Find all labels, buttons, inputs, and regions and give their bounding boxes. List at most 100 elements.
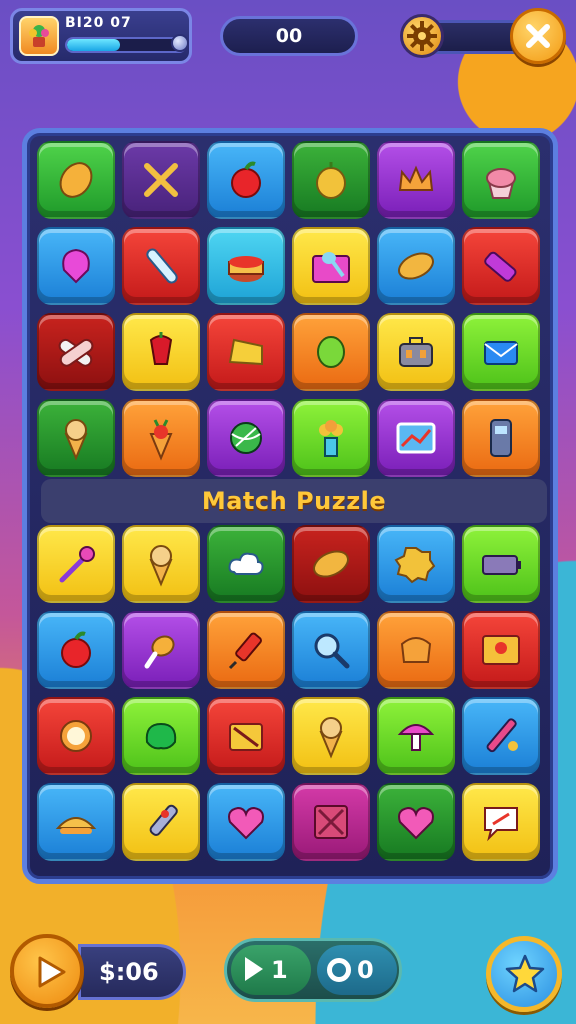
tile-grid-bottom: [37, 525, 540, 861]
bottom-bar: $:06 1 0: [0, 924, 576, 1024]
player-panel[interactable]: BI20 07: [10, 8, 192, 64]
avatar[interactable]: [19, 16, 59, 56]
tile-ball[interactable]: [207, 399, 285, 477]
bread-icon: [398, 252, 434, 280]
tile-heart[interactable]: [377, 783, 455, 861]
token-icon: [327, 958, 351, 982]
cake-icon: [228, 256, 264, 282]
tile-spoon[interactable]: [292, 227, 370, 305]
syringe-icon: [228, 632, 262, 670]
tile-mushroom[interactable]: [377, 697, 455, 775]
play-button[interactable]: [10, 934, 84, 1008]
mushroom-icon: [397, 724, 435, 751]
balloon-icon: [62, 248, 90, 284]
top-bar: BI20 07 00: [0, 0, 576, 72]
tile-taco[interactable]: [37, 783, 115, 861]
tile-ice-cream[interactable]: [292, 697, 370, 775]
heart-icon: [228, 806, 264, 840]
moves-group: 1 0: [224, 938, 402, 1002]
tile-wand[interactable]: [37, 525, 115, 603]
tile-onion[interactable]: [292, 141, 370, 219]
close-button[interactable]: [510, 8, 566, 64]
onion-icon: [316, 162, 346, 199]
tile-crown[interactable]: [377, 141, 455, 219]
token-counter[interactable]: 0: [317, 945, 397, 995]
bread-icon: [313, 550, 349, 578]
tile-apple[interactable]: [37, 611, 115, 689]
tile-screwdriver[interactable]: [462, 697, 540, 775]
tile-leaf[interactable]: [37, 141, 115, 219]
heart-icon: [398, 806, 434, 840]
cookie-icon: [394, 547, 436, 584]
ice-cream-icon: [319, 717, 343, 759]
tile-bread[interactable]: [292, 525, 370, 603]
tile-pencil-box[interactable]: [207, 697, 285, 775]
token-value: 0: [357, 956, 374, 984]
spoon-icon: [312, 252, 350, 283]
tile-flower-vase[interactable]: [292, 399, 370, 477]
tile-envelope[interactable]: [462, 313, 540, 391]
taco-icon: [55, 817, 97, 834]
tile-apple[interactable]: [207, 141, 285, 219]
egg-icon: [60, 720, 92, 752]
tile-chat[interactable]: [462, 783, 540, 861]
tile-test-tube[interactable]: [122, 227, 200, 305]
tile-cookie[interactable]: [377, 525, 455, 603]
gear-icon[interactable]: [400, 14, 444, 58]
ice-cream-icon: [64, 419, 88, 461]
tile-flower[interactable]: [122, 313, 200, 391]
key-card-icon: [482, 635, 520, 665]
apple-icon: [231, 161, 261, 198]
tile-marker[interactable]: [462, 227, 540, 305]
olive-icon: [317, 336, 345, 368]
cupcake-icon: [486, 168, 516, 199]
tile-balloon[interactable]: [37, 227, 115, 305]
tile-bag[interactable]: [377, 611, 455, 689]
slime-icon: [145, 722, 177, 750]
flower-vase-icon: [319, 420, 343, 457]
tile-slime[interactable]: [122, 697, 200, 775]
tile-bread[interactable]: [377, 227, 455, 305]
moves-counter[interactable]: 1: [231, 945, 311, 995]
tile-drumstick[interactable]: [122, 611, 200, 689]
board-title: Match Puzzle: [41, 479, 547, 523]
tile-key-card[interactable]: [462, 611, 540, 689]
play-small-icon: [245, 957, 263, 981]
tile-battery[interactable]: [462, 525, 540, 603]
apple-icon: [61, 631, 91, 668]
tile-heart[interactable]: [207, 783, 285, 861]
tile-cake[interactable]: [207, 227, 285, 305]
center-counter: 00: [220, 16, 358, 56]
tile-cloud[interactable]: [207, 525, 285, 603]
tile-carrot[interactable]: [122, 399, 200, 477]
tile-toolbox[interactable]: [377, 313, 455, 391]
star-button[interactable]: [486, 936, 562, 1012]
test-tube-icon: [146, 248, 178, 284]
ice-cream-icon: [149, 545, 173, 587]
tile-cheese[interactable]: [207, 313, 285, 391]
carrot-icon: [149, 419, 173, 461]
marker-icon: [484, 251, 517, 282]
ball-icon: [230, 422, 262, 454]
tile-pen[interactable]: [122, 783, 200, 861]
tile-cupcake[interactable]: [462, 141, 540, 219]
tile-x-box[interactable]: [292, 783, 370, 861]
crown-icon: [398, 165, 434, 191]
tile-olive[interactable]: [292, 313, 370, 391]
tile-grid-top: [37, 141, 540, 477]
tile-picture[interactable]: [377, 399, 455, 477]
moves-value: 1: [271, 956, 288, 984]
tile-syringe[interactable]: [207, 611, 285, 689]
x-box-icon: [314, 805, 348, 839]
tile-bandage[interactable]: [37, 313, 115, 391]
tile-egg[interactable]: [37, 697, 115, 775]
magnifier-icon: [314, 633, 350, 669]
xp-bar-knob[interactable]: [171, 34, 189, 52]
tile-ice-cream[interactable]: [37, 399, 115, 477]
screwdriver-icon: [486, 718, 518, 753]
tile-crossed-sticks[interactable]: [122, 141, 200, 219]
tile-phone[interactable]: [462, 399, 540, 477]
tile-ice-cream[interactable]: [122, 525, 200, 603]
toolbox-icon: [399, 337, 433, 367]
tile-magnifier[interactable]: [292, 611, 370, 689]
